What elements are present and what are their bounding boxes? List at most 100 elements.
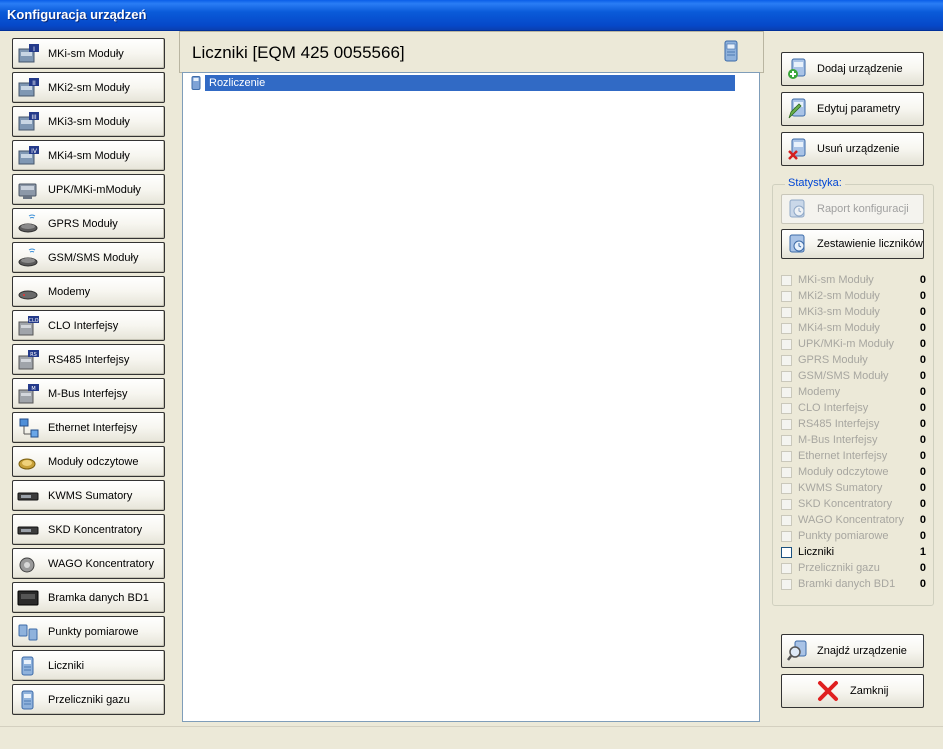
nav-button-label: Bramka danych BD1 bbox=[48, 592, 149, 604]
title-bar[interactable]: Konfiguracja urządzeń bbox=[0, 0, 943, 31]
tree-item-rozliczenie[interactable]: Rozliczenie bbox=[189, 75, 735, 91]
stat-count: 0 bbox=[919, 530, 926, 542]
stat-row: WAGO Koncentratory 0 bbox=[781, 514, 926, 528]
actions-panel: Dodaj urządzenie Edytuj parametry Usuń u… bbox=[767, 31, 939, 725]
stat-checkbox bbox=[781, 483, 792, 494]
stat-checkbox bbox=[781, 355, 792, 366]
close-button[interactable]: Zamknij bbox=[781, 674, 924, 708]
stat-count: 0 bbox=[919, 370, 926, 382]
edit-parameters-label: Edytuj parametry bbox=[817, 103, 901, 115]
stat-count: 0 bbox=[919, 402, 926, 414]
edit-device-icon bbox=[788, 98, 806, 119]
nav-button-label: GSM/SMS Moduły bbox=[48, 252, 139, 264]
add-device-button[interactable]: Dodaj urządzenie bbox=[781, 52, 924, 86]
nav-button-data-gateway[interactable]: Bramka danych BD1 bbox=[12, 582, 165, 613]
add-device-label: Dodaj urządzenie bbox=[817, 63, 903, 75]
stat-checkbox bbox=[781, 307, 792, 318]
nav-button-module-i[interactable]: I MKi-sm Moduły bbox=[12, 38, 165, 69]
remove-device-label: Usuń urządzenie bbox=[817, 143, 900, 155]
nav-button-label: UPK/MKi-mModuły bbox=[48, 184, 141, 196]
stat-count: 0 bbox=[919, 290, 926, 302]
device-tree[interactable]: Rozliczenie bbox=[182, 72, 760, 722]
nav-button-label: GPRS Moduły bbox=[48, 218, 118, 230]
stat-checkbox bbox=[781, 403, 792, 414]
skd-concentrator-icon bbox=[17, 526, 39, 535]
stat-checkbox bbox=[781, 467, 792, 478]
nav-button-meter[interactable]: Liczniki bbox=[12, 650, 165, 681]
nav-button-label: Przeliczniki gazu bbox=[48, 694, 130, 706]
stat-count: 0 bbox=[919, 306, 926, 318]
close-label: Zamknij bbox=[850, 685, 889, 697]
data-gateway-icon bbox=[17, 590, 39, 606]
stat-label: SKD Koncentratory bbox=[798, 498, 893, 510]
stat-label: MKi2-sm Moduły bbox=[798, 290, 880, 302]
stat-label: Bramki danych BD1 bbox=[798, 578, 896, 590]
stat-count: 0 bbox=[919, 338, 926, 350]
edit-parameters-button[interactable]: Edytuj parametry bbox=[781, 92, 924, 126]
stat-count: 0 bbox=[919, 466, 926, 478]
stat-row: RS485 Interfejsy 0 bbox=[781, 418, 926, 432]
stat-count: 0 bbox=[919, 434, 926, 446]
remove-device-button[interactable]: Usuń urządzenie bbox=[781, 132, 924, 166]
meter-icon bbox=[191, 76, 201, 90]
config-report-button[interactable]: Raport konfiguracji bbox=[781, 194, 924, 224]
panel-header: Liczniki [EQM 425 0055566] bbox=[179, 31, 764, 73]
config-window: Konfiguracja urządzeń I MKi-sm Moduły II MK… bbox=[0, 0, 943, 749]
stat-checkbox bbox=[781, 371, 792, 382]
nav-button-module-iv[interactable]: IV MKi4-sm Moduły bbox=[12, 140, 165, 171]
stat-label: M-Bus Interfejsy bbox=[798, 434, 878, 446]
svg-text:CLO: CLO bbox=[28, 318, 38, 324]
stat-row: UPK/MKi-m Moduły 0 bbox=[781, 338, 926, 352]
device-type-nav: I MKi-sm Moduły II MKi2-sm Moduły III MKi3-sm… bbox=[6, 32, 177, 722]
stat-checkbox bbox=[781, 275, 792, 286]
stat-row: Liczniki 1 bbox=[781, 546, 926, 560]
stat-label: Modemy bbox=[798, 386, 841, 398]
stat-checkbox bbox=[781, 563, 792, 574]
nav-button-reading-module[interactable]: Moduły odczytowe bbox=[12, 446, 165, 477]
config-report-label: Raport konfiguracji bbox=[817, 203, 909, 215]
nav-button-gsm-module[interactable]: GSM/SMS Moduły bbox=[12, 242, 165, 273]
nav-button-gprs-module[interactable]: GPRS Moduły bbox=[12, 208, 165, 239]
nav-button-skd-concentrator[interactable]: SKD Koncentratory bbox=[12, 514, 165, 545]
stat-count: 0 bbox=[919, 514, 926, 526]
measurement-point-icon bbox=[18, 624, 38, 641]
nav-button-wago-concentrator[interactable]: WAGO Koncentratory bbox=[12, 548, 165, 579]
stat-label: WAGO Koncentratory bbox=[798, 514, 904, 526]
stat-label: MKi4-sm Moduły bbox=[798, 322, 880, 334]
nav-button-gas-converter[interactable]: Przeliczniki gazu bbox=[12, 684, 165, 715]
nav-button-measurement-point[interactable]: Punkty pomiarowe bbox=[12, 616, 165, 647]
module-i-icon: I bbox=[18, 44, 39, 63]
stat-checkbox[interactable] bbox=[781, 547, 792, 558]
stat-count: 0 bbox=[919, 354, 926, 366]
find-device-button[interactable]: Znajdź urządzenie bbox=[781, 634, 924, 668]
nav-button-mbus-interface[interactable]: M M-Bus Interfejsy bbox=[12, 378, 165, 409]
nav-button-upk-module[interactable]: UPK/MKi-mModuły bbox=[12, 174, 165, 205]
stat-count: 0 bbox=[919, 418, 926, 430]
meter-summary-label: Zestawienie liczników bbox=[817, 238, 923, 250]
nav-button-module-ii[interactable]: II MKi2-sm Moduły bbox=[12, 72, 165, 103]
nav-button-clo-interface[interactable]: CLO CLO Interfejsy bbox=[12, 310, 165, 341]
stat-checkbox bbox=[781, 435, 792, 446]
nav-button-label: MKi-sm Moduły bbox=[48, 48, 124, 60]
stat-count: 0 bbox=[919, 578, 926, 590]
nav-button-label: RS485 Interfejsy bbox=[48, 354, 130, 366]
nav-button-module-iii[interactable]: III MKi3-sm Moduły bbox=[12, 106, 165, 137]
stat-checkbox bbox=[781, 291, 792, 302]
stat-count: 0 bbox=[919, 274, 926, 286]
stat-row: MKi4-sm Moduły 0 bbox=[781, 322, 926, 336]
nav-button-ethernet-interface[interactable]: Ethernet Interfejsy bbox=[12, 412, 165, 443]
nav-button-label: WAGO Koncentratory bbox=[48, 558, 154, 570]
stat-row: Punkty pomiarowe 0 bbox=[781, 530, 926, 544]
stat-row: MKi2-sm Moduły 0 bbox=[781, 290, 926, 304]
nav-button-label: SKD Koncentratory bbox=[48, 524, 143, 536]
nav-button-modem[interactable]: Modemy bbox=[12, 276, 165, 307]
stat-label: Ethernet Interfejsy bbox=[798, 450, 888, 462]
mbus-interface-icon: M bbox=[18, 384, 39, 404]
summary-icon bbox=[789, 234, 805, 253]
meter-summary-button[interactable]: Zestawienie liczników bbox=[781, 229, 924, 259]
module-iii-icon: III bbox=[18, 112, 39, 131]
stat-checkbox bbox=[781, 323, 792, 334]
nav-button-rs485-interface[interactable]: RS RS485 Interfejsy bbox=[12, 344, 165, 375]
nav-button-kwms-summator[interactable]: KWMS Sumatory bbox=[12, 480, 165, 511]
upk-module-icon bbox=[18, 183, 37, 199]
